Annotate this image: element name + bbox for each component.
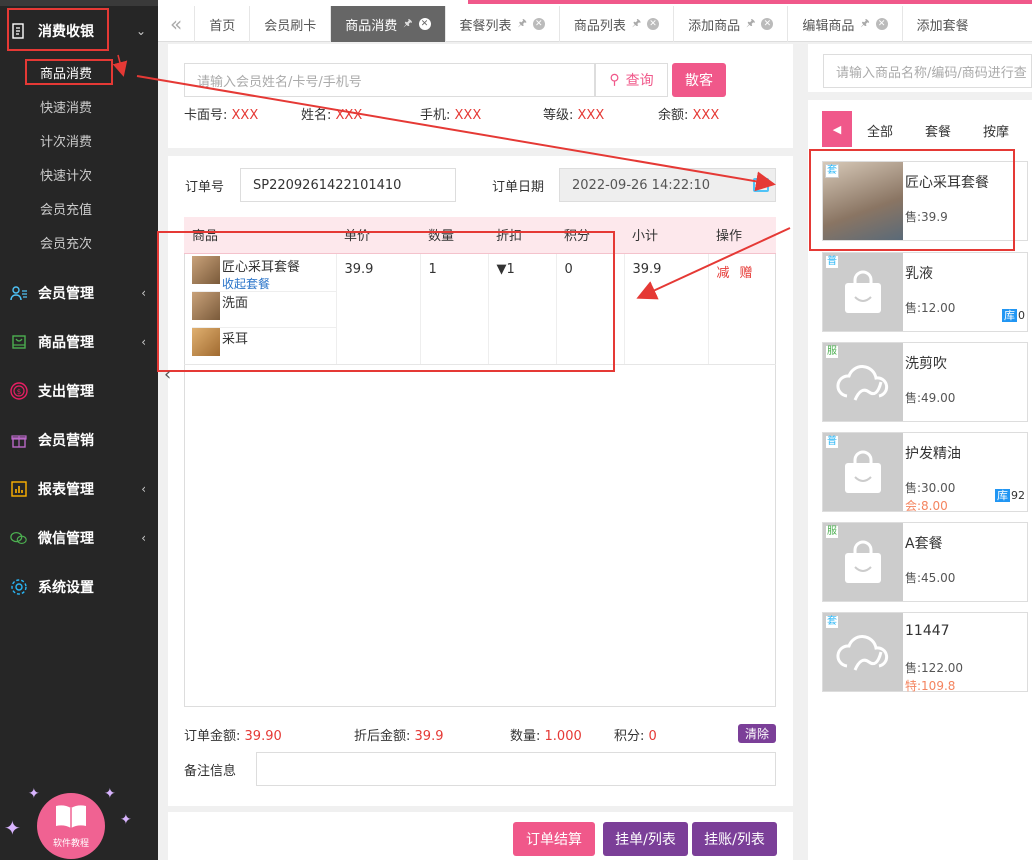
annotation-arrows xyxy=(112,54,791,300)
arrow-line xyxy=(136,75,776,192)
arrow-line xyxy=(112,54,128,77)
arrow-line xyxy=(636,227,791,300)
